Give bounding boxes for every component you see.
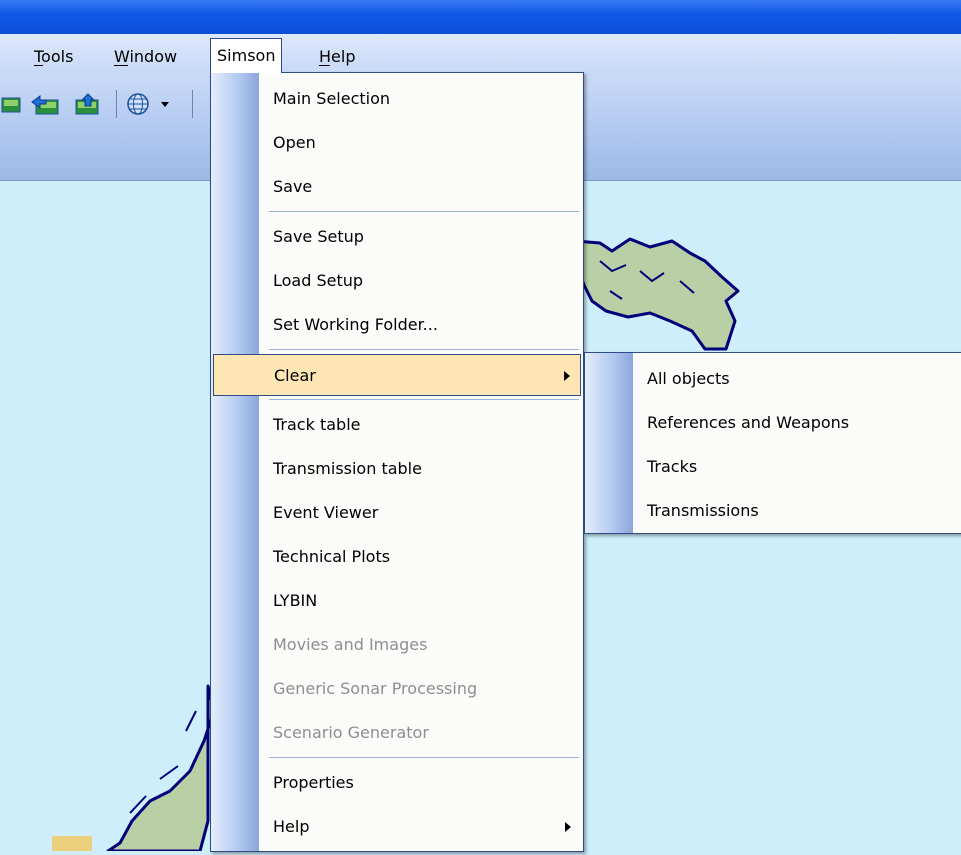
menu-tools-label: Tools xyxy=(34,47,74,66)
menu-item-set-working-folder[interactable]: Set Working Folder... xyxy=(213,304,581,346)
menu-separator xyxy=(269,399,579,400)
menu-help[interactable]: Help xyxy=(313,43,361,71)
submenu-item-label: All objects xyxy=(647,369,730,388)
submenu-item-transmissions[interactable]: Transmissions xyxy=(587,490,959,532)
menu-item-label: Save Setup xyxy=(273,227,364,246)
menu-simson-label: Simson xyxy=(217,46,276,65)
menu-item-transmission-table[interactable]: Transmission table xyxy=(213,448,581,490)
menu-help-label: Help xyxy=(319,47,356,66)
menu-item-label: Help xyxy=(273,817,310,836)
menu-item-technical-plots[interactable]: Technical Plots xyxy=(213,536,581,578)
mnemonic-underline-tools xyxy=(34,65,43,66)
map-forward-icon[interactable] xyxy=(72,90,102,118)
submenu-item-label: Tracks xyxy=(647,457,698,476)
menu-item-label: LYBIN xyxy=(273,591,318,610)
menu-item-track-table[interactable]: Track table xyxy=(213,404,581,446)
window-titlebar xyxy=(0,0,961,34)
menu-item-label: Set Working Folder... xyxy=(273,315,438,334)
submenu-arrow-icon xyxy=(564,371,570,381)
menu-item-lybin[interactable]: LYBIN xyxy=(213,580,581,622)
submenu-item-label: References and Weapons xyxy=(647,413,850,432)
menu-item-movies-and-images: Movies and Images xyxy=(213,624,581,666)
menu-item-label: Generic Sonar Processing xyxy=(273,679,478,698)
toolbar-separator xyxy=(116,90,117,118)
menu-separator xyxy=(269,757,579,758)
menu-item-main-selection[interactable]: Main Selection xyxy=(213,78,581,120)
menu-item-event-viewer[interactable]: Event Viewer xyxy=(213,492,581,534)
menu-item-save[interactable]: Save xyxy=(213,166,581,208)
menu-item-clear[interactable]: Clear xyxy=(213,354,581,396)
menu-item-label: Technical Plots xyxy=(273,547,391,566)
submenu-item-label: Transmissions xyxy=(647,501,759,520)
menu-item-properties[interactable]: Properties xyxy=(213,762,581,804)
menu-item-label: Clear xyxy=(274,366,316,385)
menu-item-label: Properties xyxy=(273,773,354,792)
submenu-item-references-and-weapons[interactable]: References and Weapons xyxy=(587,402,959,444)
clear-submenu: All objects References and Weapons Track… xyxy=(584,352,961,534)
menu-separator xyxy=(269,349,579,350)
menu-tools[interactable]: Tools xyxy=(28,43,79,71)
map-back-icon[interactable] xyxy=(28,90,59,118)
submenu-item-tracks[interactable]: Tracks xyxy=(587,446,959,488)
menu-item-label: Save xyxy=(273,177,313,196)
toolbar-separator-2 xyxy=(192,90,193,118)
simson-menu: Main Selection Open Save Save Setup Load… xyxy=(210,72,584,852)
menu-separator xyxy=(269,211,579,212)
menu-item-load-setup[interactable]: Load Setup xyxy=(213,260,581,302)
menu-simson[interactable]: Simson xyxy=(210,38,283,73)
menu-item-label: Main Selection xyxy=(273,89,391,108)
menu-item-label: Transmission table xyxy=(273,459,422,478)
submenu-item-all-objects[interactable]: All objects xyxy=(587,358,959,400)
menu-item-help[interactable]: Help xyxy=(213,806,581,848)
menu-item-label: Open xyxy=(273,133,316,152)
menu-item-save-setup[interactable]: Save Setup xyxy=(213,216,581,258)
menu-window[interactable]: Window xyxy=(108,43,183,71)
menu-item-scenario-generator: Scenario Generator xyxy=(213,712,581,754)
submenu-arrow-icon xyxy=(565,822,571,832)
menu-bar: Tools Window Simson Help xyxy=(0,34,961,76)
menu-item-label: Scenario Generator xyxy=(273,723,429,742)
globe-icon[interactable] xyxy=(124,90,154,118)
menu-item-label: Track table xyxy=(273,415,361,434)
map-layer-icon[interactable] xyxy=(0,90,30,118)
dropdown-arrow-icon[interactable] xyxy=(158,90,178,118)
menu-item-label: Movies and Images xyxy=(273,635,428,654)
menu-item-open[interactable]: Open xyxy=(213,122,581,164)
mnemonic-underline-window xyxy=(114,65,128,66)
mnemonic-underline-help xyxy=(319,65,330,66)
menu-window-label: Window xyxy=(114,47,178,66)
menu-item-generic-sonar-processing: Generic Sonar Processing xyxy=(213,668,581,710)
menu-item-label: Event Viewer xyxy=(273,503,379,522)
menu-item-label: Load Setup xyxy=(273,271,364,290)
